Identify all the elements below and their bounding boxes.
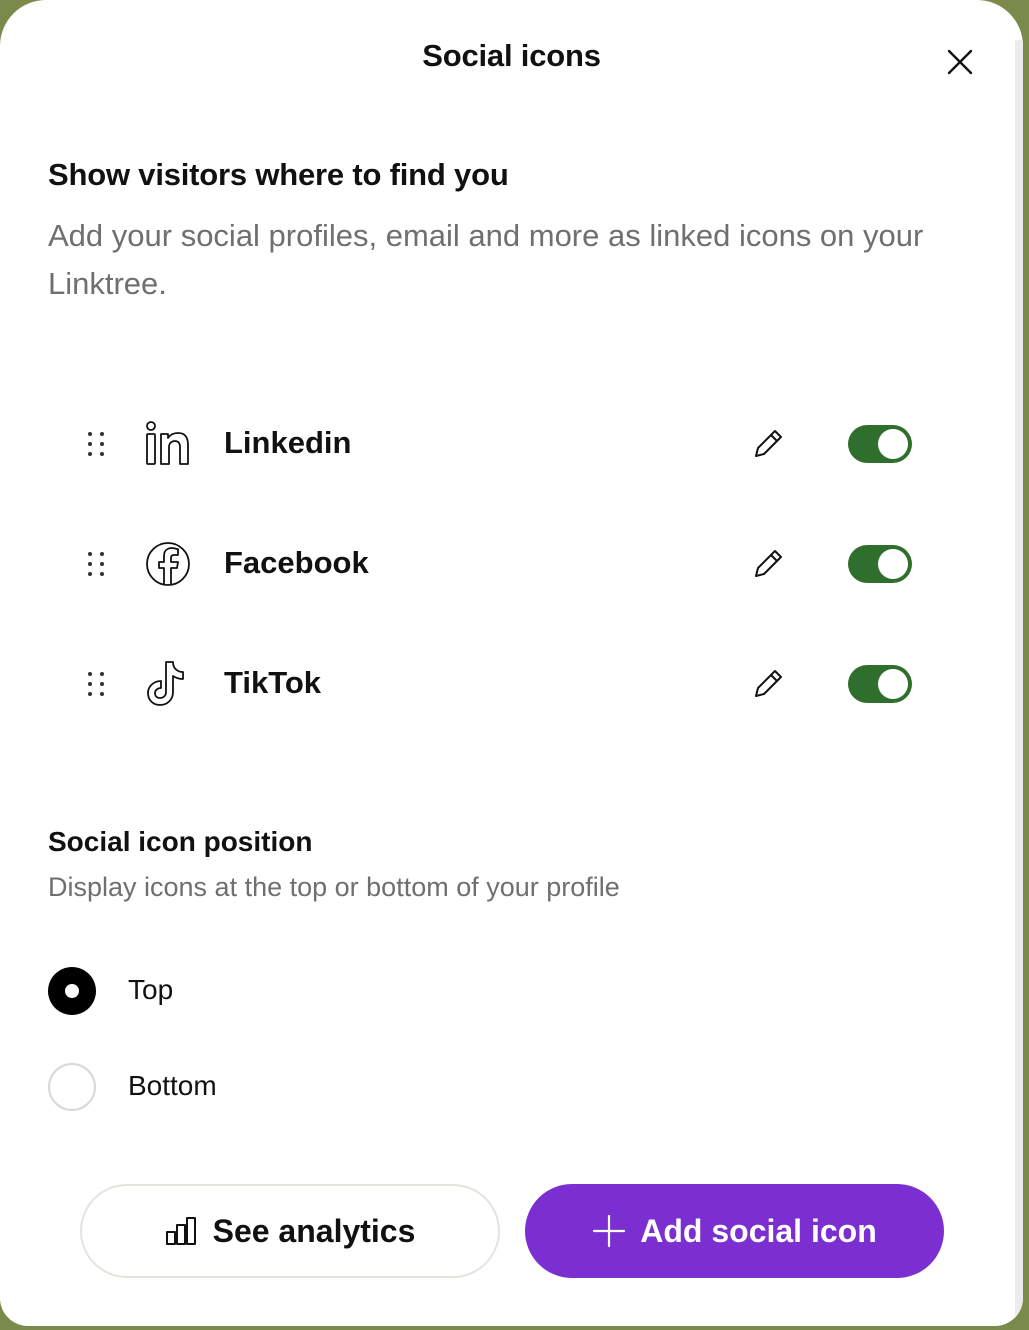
tiktok-icon bbox=[147, 661, 184, 706]
intro-description: Add your social profiles, email and more… bbox=[48, 218, 924, 301]
pencil-icon[interactable] bbox=[748, 664, 788, 704]
drag-handle-icon[interactable] bbox=[84, 429, 108, 459]
social-icons-modal: Social icons Show visitors where to find… bbox=[0, 0, 1023, 1326]
social-item-facebook: Facebook bbox=[70, 518, 930, 608]
drag-handle-icon[interactable] bbox=[84, 669, 108, 699]
social-item-label: TikTok bbox=[224, 665, 322, 700]
linkedin-icon bbox=[146, 421, 189, 465]
linkedin-toggle[interactable] bbox=[848, 425, 912, 463]
position-option-bottom[interactable]: Bottom bbox=[48, 1063, 448, 1113]
add-social-icon-label: Add social icon bbox=[640, 1212, 877, 1249]
pencil-icon[interactable] bbox=[748, 424, 788, 464]
position-option-top[interactable]: Top bbox=[48, 967, 448, 1017]
social-item-linkedin: Linkedin bbox=[70, 398, 930, 488]
social-item-label: Facebook bbox=[224, 545, 369, 580]
close-icon bbox=[947, 49, 973, 75]
bar-chart-icon bbox=[165, 1217, 196, 1245]
social-item-label: Linkedin bbox=[224, 425, 352, 460]
radio-label: Top bbox=[128, 974, 174, 1005]
drag-handle-icon[interactable] bbox=[84, 549, 108, 579]
pencil-icon[interactable] bbox=[748, 544, 788, 584]
facebook-toggle[interactable] bbox=[848, 545, 912, 583]
toggle-knob bbox=[878, 429, 908, 459]
radio-label: Bottom bbox=[128, 1070, 217, 1101]
scrollbar[interactable] bbox=[1015, 40, 1023, 1320]
social-item-tiktok: TikTok bbox=[70, 638, 930, 728]
see-analytics-label: See analytics bbox=[212, 1212, 416, 1249]
toggle-knob bbox=[878, 549, 908, 579]
tiktok-toggle[interactable] bbox=[848, 665, 912, 703]
modal-title: Social icons bbox=[422, 38, 601, 73]
plus-icon bbox=[593, 1214, 626, 1248]
facebook-icon bbox=[146, 542, 190, 586]
radio-selected-icon[interactable] bbox=[48, 967, 96, 1015]
close-button[interactable] bbox=[938, 40, 982, 84]
position-heading: Social icon position bbox=[48, 826, 313, 857]
radio-unselected-icon[interactable] bbox=[48, 1063, 96, 1111]
add-social-icon-button[interactable]: Add social icon bbox=[525, 1184, 944, 1278]
position-description: Display icons at the top or bottom of yo… bbox=[48, 872, 620, 902]
see-analytics-button[interactable]: See analytics bbox=[80, 1184, 500, 1278]
intro-heading: Show visitors where to find you bbox=[48, 157, 509, 192]
toggle-knob bbox=[878, 669, 908, 699]
